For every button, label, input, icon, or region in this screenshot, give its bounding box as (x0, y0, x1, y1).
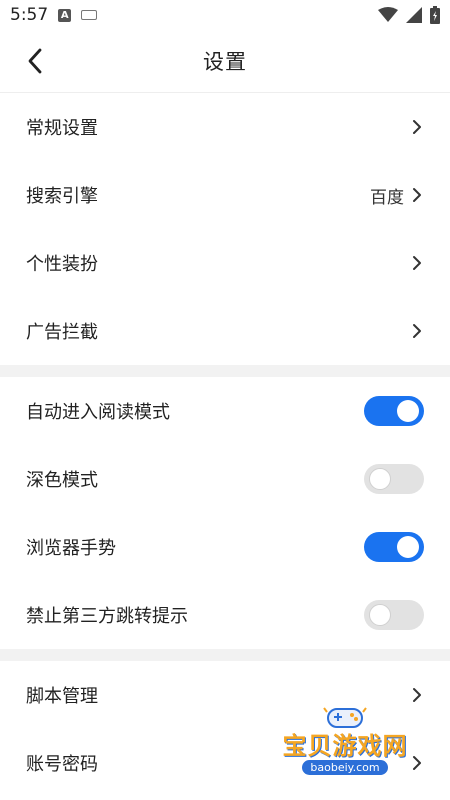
row-label: 搜索引擎 (26, 186, 98, 207)
row-label: 脚本管理 (26, 686, 98, 707)
back-button[interactable] (20, 44, 50, 78)
watermark-url: baobeiy.com (302, 760, 388, 775)
toggle-knob (369, 604, 391, 626)
gamepad-icon (323, 707, 367, 728)
status-left: 5:57 A (10, 5, 98, 25)
row-label: 广告拦截 (26, 322, 98, 343)
chevron-right-icon (412, 119, 424, 135)
row-personalize[interactable]: 个性装扮 (0, 229, 450, 297)
toggle-group: 自动进入阅读模式 深色模式 浏览器手势 禁止第三方跳转提示 (0, 377, 450, 649)
row-right (412, 687, 424, 703)
row-label: 自动进入阅读模式 (26, 402, 170, 423)
row-right (412, 119, 424, 135)
status-time: 5:57 (10, 5, 49, 25)
row-right (412, 255, 424, 271)
page-title: 设置 (203, 50, 247, 74)
toggle-knob (397, 400, 419, 422)
row-right (412, 323, 424, 339)
chevron-left-icon (28, 48, 42, 74)
row-label: 深色模式 (26, 470, 98, 491)
signal-icon (406, 7, 422, 23)
watermark-text: 宝贝游戏网 (282, 732, 408, 760)
row-block-third-party-jump: 禁止第三方跳转提示 (0, 581, 450, 649)
row-right: 百度 (370, 183, 424, 208)
battery-icon (430, 6, 440, 24)
section-divider (0, 365, 450, 377)
row-label: 禁止第三方跳转提示 (26, 606, 188, 627)
row-auto-reader-mode: 自动进入阅读模式 (0, 377, 450, 445)
row-general-settings[interactable]: 常规设置 (0, 93, 450, 161)
section-divider (0, 649, 450, 661)
status-right (378, 6, 440, 24)
row-label: 常规设置 (26, 118, 98, 139)
chevron-right-icon (412, 187, 424, 203)
dark-mode-toggle[interactable] (364, 464, 424, 494)
row-label: 浏览器手势 (26, 538, 116, 559)
watermark: 宝贝游戏网 baobeiy.com (270, 704, 420, 782)
notification-a-icon: A (58, 8, 72, 22)
row-label: 账号密码 (26, 754, 98, 775)
search-engine-value: 百度 (370, 187, 404, 208)
row-dark-mode: 深色模式 (0, 445, 450, 513)
status-bar: 5:57 A (0, 0, 450, 30)
chevron-right-icon (412, 323, 424, 339)
block-third-party-jump-toggle[interactable] (364, 600, 424, 630)
keyboard-icon (81, 10, 98, 20)
auto-reader-mode-toggle[interactable] (364, 396, 424, 426)
browser-gestures-toggle[interactable] (364, 532, 424, 562)
row-search-engine[interactable]: 搜索引擎 百度 (0, 161, 450, 229)
chevron-right-icon (412, 687, 424, 703)
row-ad-block[interactable]: 广告拦截 (0, 297, 450, 365)
header: 设置 (0, 30, 450, 93)
row-label: 个性装扮 (26, 254, 98, 275)
wifi-icon (378, 7, 398, 22)
toggle-knob (369, 468, 391, 490)
toggle-knob (397, 536, 419, 558)
row-browser-gestures: 浏览器手势 (0, 513, 450, 581)
settings-nav-group: 常规设置 搜索引擎 百度 个性装扮 广告拦截 (0, 93, 450, 365)
chevron-right-icon (412, 255, 424, 271)
